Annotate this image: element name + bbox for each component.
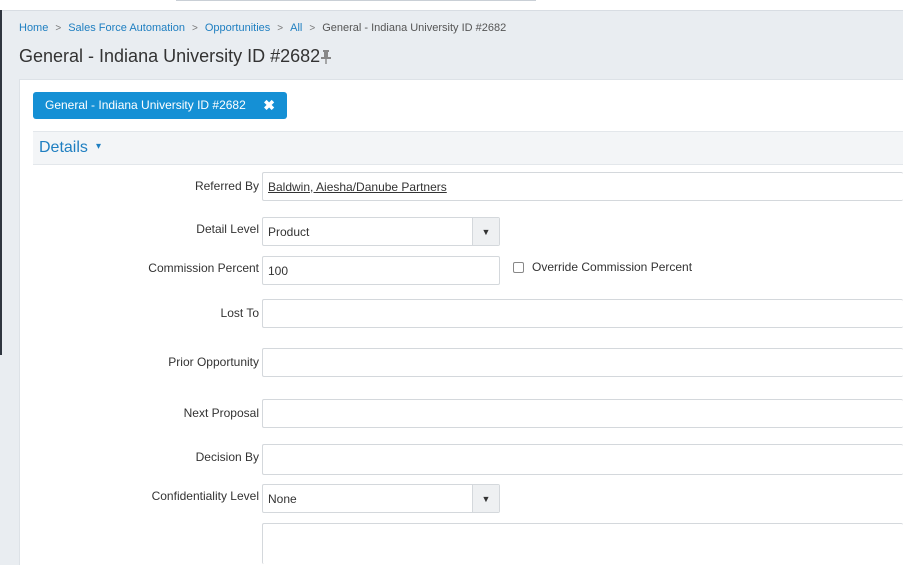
chevron-right-icon: > [55,23,62,34]
record-tab[interactable]: General - Indiana University ID #2682 ✖ [33,92,287,119]
commission-percent-input[interactable]: 100 [262,256,500,285]
decision-by-label: Decision By [195,450,259,464]
chevron-right-icon: > [309,23,316,34]
detail-level-label: Detail Level [196,222,259,236]
dropdown-arrow-icon[interactable]: ▼ [472,485,499,512]
next-proposal-field[interactable] [262,399,903,428]
close-icon[interactable]: ✖ [263,92,275,119]
prior-opportunity-label: Prior Opportunity [168,355,259,369]
chevron-right-icon: > [191,23,198,34]
referred-by-label: Referred By [194,179,259,193]
section-title: Details [39,139,88,156]
caret-down-icon: ▾ [96,141,102,152]
notes-textarea[interactable] [262,523,903,564]
commission-percent-label: Commission Percent [148,261,259,275]
confidentiality-level-label: Confidentiality Level [151,489,259,503]
chevron-right-icon: > [277,23,284,34]
commission-percent-value: 100 [268,263,289,278]
confidentiality-level-value: None [268,491,297,506]
confidentiality-level-select[interactable]: None ▼ [262,484,500,513]
pin-icon[interactable] [320,50,332,64]
breadcrumb-sales-force-automation[interactable]: Sales Force Automation [68,22,185,34]
referred-by-link[interactable]: Baldwin, Aiesha/Danube Partners [268,179,447,195]
record-tab-label: General - Indiana University ID #2682 [45,98,246,112]
dropdown-arrow-icon[interactable]: ▼ [472,218,499,245]
next-proposal-label: Next Proposal [183,406,259,420]
decision-by-field[interactable] [262,444,903,475]
detail-level-value: Product [268,224,310,239]
lost-to-field[interactable] [262,299,903,328]
details-section-header[interactable]: Details ▾ [33,131,903,165]
breadcrumb-current: General - Indiana University ID #2682 [322,22,507,34]
top-strip [0,0,903,11]
breadcrumb-all[interactable]: All [290,22,302,34]
detail-level-select[interactable]: Product ▼ [262,217,500,246]
breadcrumb-home[interactable]: Home [19,22,48,34]
left-edge-bar [0,10,2,355]
tab-strip-line [176,0,536,1]
prior-opportunity-field[interactable] [262,348,903,377]
lost-to-label: Lost To [220,306,259,320]
page-title: General - Indiana University ID #2682 [19,46,321,66]
breadcrumb-opportunities[interactable]: Opportunities [205,22,270,34]
referred-by-field[interactable]: Baldwin, Aiesha/Danube Partners [262,172,903,201]
override-commission-label[interactable]: Override Commission Percent [532,259,692,275]
override-commission-checkbox[interactable] [513,262,524,273]
breadcrumb: Home > Sales Force Automation > Opportunitie… [19,20,506,36]
